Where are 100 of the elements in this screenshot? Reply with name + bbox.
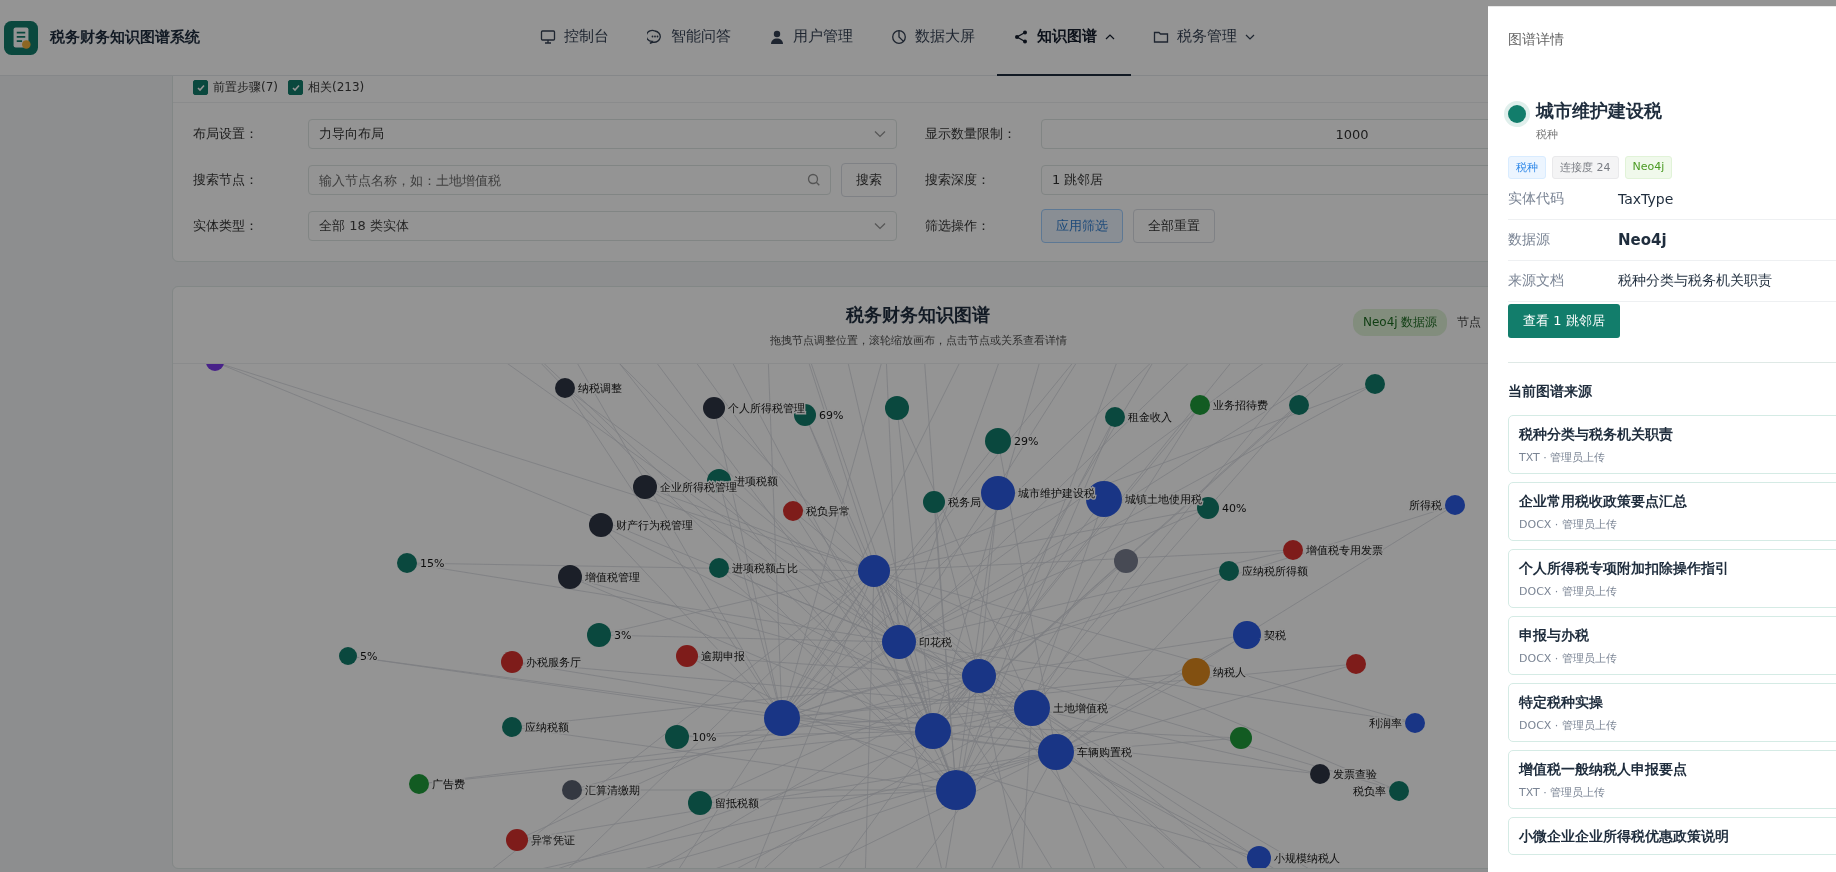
nav-tab[interactable]: 税务管理 — [1137, 0, 1271, 76]
app-title: 税务财务知识图谱系统 — [50, 28, 200, 47]
select-value: 全部 18 类实体 — [319, 217, 409, 235]
graph-node[interactable] — [1014, 690, 1050, 726]
search-icon — [807, 173, 821, 187]
node-label: 增值税专用发票 — [1306, 544, 1383, 557]
source-card[interactable]: 企业常用税收政策要点汇总 DOCX · 管理员上传 — [1508, 482, 1836, 541]
nav-tab[interactable]: 控制台 — [524, 0, 625, 76]
graph-node[interactable] — [1114, 549, 1138, 573]
graph-node[interactable] — [501, 651, 523, 673]
search-field[interactable]: 输入节点名称，如：土地增值税 — [308, 165, 831, 195]
nav-tab[interactable]: 数据大屏 — [875, 0, 991, 76]
checkbox[interactable] — [193, 80, 208, 95]
graph-node[interactable] — [562, 780, 582, 800]
node-label: 契税 — [1264, 629, 1286, 642]
graph-node[interactable] — [665, 725, 689, 749]
select-value: 力导向布局 — [319, 125, 384, 143]
graph-node[interactable] — [981, 476, 1015, 510]
graph-node[interactable] — [1445, 495, 1465, 515]
graph-node[interactable] — [1230, 727, 1252, 749]
node-label: 利润率 — [1369, 717, 1402, 730]
field-label: 显示数量限制： — [925, 125, 1017, 143]
checkbox-label: 前置步骤(7) — [213, 79, 278, 96]
graph-node[interactable] — [587, 623, 611, 647]
graph-node[interactable] — [1389, 781, 1409, 801]
graph-node[interactable] — [882, 625, 916, 659]
node-label: 纳税调整 — [578, 382, 622, 395]
graph-node[interactable] — [1405, 713, 1425, 733]
graph-node[interactable] — [1310, 764, 1330, 784]
graph-node[interactable] — [764, 700, 800, 736]
node-label: 财产行为税管理 — [616, 519, 693, 532]
graph-node[interactable] — [936, 770, 976, 810]
chevron-down-icon — [874, 130, 886, 138]
graph-node[interactable] — [397, 553, 417, 573]
view-neighbors-button[interactable]: 查看 1 跳邻居 — [1508, 304, 1620, 338]
graph-node[interactable] — [885, 396, 909, 420]
field-label: 数据源 — [1508, 231, 1551, 249]
checkbox[interactable] — [288, 80, 303, 95]
field-label: 筛选操作： — [925, 217, 991, 235]
node-label: 29% — [1014, 435, 1039, 448]
graph-node[interactable] — [1105, 407, 1125, 427]
source-card[interactable]: 税种分类与税务机关职责 TXT · 管理员上传 — [1508, 415, 1836, 474]
source-card[interactable]: 个人所得税专项附加扣除操作指引 DOCX · 管理员上传 — [1508, 549, 1836, 608]
source-card[interactable]: 增值税一般纳税人申报要点 TXT · 管理员上传 — [1508, 750, 1836, 809]
graph-node[interactable] — [1038, 734, 1074, 770]
nav-tab[interactable]: 用户管理 — [753, 0, 869, 76]
graph-node[interactable] — [923, 491, 945, 513]
graph-node[interactable] — [1289, 395, 1309, 415]
node-label: 税负率 — [1353, 785, 1386, 798]
graph-node[interactable] — [1219, 561, 1239, 581]
graph-node[interactable] — [633, 475, 657, 499]
node-label: 办税服务厅 — [526, 656, 581, 669]
pie-chart-icon — [891, 28, 907, 45]
graph-node[interactable] — [206, 364, 224, 371]
graph-node[interactable] — [1182, 658, 1210, 686]
source-card[interactable]: 申报与办税 DOCX · 管理员上传 — [1508, 616, 1836, 675]
logo-icon — [4, 20, 38, 55]
graph-node[interactable] — [858, 555, 890, 587]
graph-node[interactable] — [703, 397, 725, 419]
graph-node[interactable] — [676, 645, 698, 667]
node-label: 异常凭证 — [531, 834, 575, 847]
graph-node[interactable] — [1346, 654, 1366, 674]
entity-type-select[interactable]: 全部 18 类实体 — [308, 211, 897, 241]
graph-node[interactable] — [962, 659, 996, 693]
graph-node[interactable] — [502, 717, 522, 737]
node-label: 租金收入 — [1128, 411, 1172, 424]
graph-subtitle: 拖拽节点调整位置，滚轮缩放画布，点击节点或关系查看详情 — [769, 332, 1067, 348]
graph-node[interactable] — [1233, 621, 1261, 649]
graph-node[interactable] — [506, 829, 528, 851]
nav-tab[interactable]: 智能问答 — [631, 0, 747, 76]
graph-node[interactable] — [589, 513, 613, 537]
data-source-tag: Neo4j 数据源 — [1353, 309, 1448, 336]
graph-node[interactable] — [985, 428, 1011, 454]
graph-node[interactable] — [688, 791, 712, 815]
graph-node[interactable] — [709, 558, 729, 578]
graph-node[interactable] — [783, 501, 803, 521]
filter-action-button[interactable]: 应用筛选 — [1041, 209, 1123, 243]
source-card[interactable]: 小微企业企业所得税优惠政策说明 — [1508, 817, 1836, 855]
graph-node[interactable] — [1247, 846, 1271, 868]
source-card[interactable]: 特定税种实操 DOCX · 管理员上传 — [1508, 683, 1836, 742]
source-title: 增值税一般纳税人申报要点 — [1519, 761, 1688, 779]
graph-node[interactable] — [1365, 374, 1385, 394]
graph-node[interactable] — [339, 647, 357, 665]
node-label: 15% — [420, 557, 445, 570]
graph-node[interactable] — [555, 378, 575, 398]
node-label: 应纳税额 — [525, 721, 569, 734]
source-title: 申报与办税 — [1519, 627, 1590, 645]
field-label: 实体类型： — [193, 217, 259, 235]
layout-select[interactable]: 力导向布局 — [308, 119, 897, 149]
graph-node[interactable] — [558, 565, 582, 589]
graph-node[interactable] — [1190, 395, 1210, 415]
node-label: 增值税管理 — [585, 571, 640, 584]
graph-node[interactable] — [915, 713, 951, 749]
source-title: 个人所得税专项附加扣除操作指引 — [1519, 560, 1730, 578]
graph-node[interactable] — [1283, 540, 1303, 560]
check-icon — [290, 82, 301, 93]
search-button[interactable]: 搜索 — [841, 163, 897, 197]
field-value: Neo4j — [1618, 231, 1667, 249]
filter-action-button[interactable]: 全部重置 — [1133, 209, 1215, 243]
graph-node[interactable] — [409, 774, 429, 794]
